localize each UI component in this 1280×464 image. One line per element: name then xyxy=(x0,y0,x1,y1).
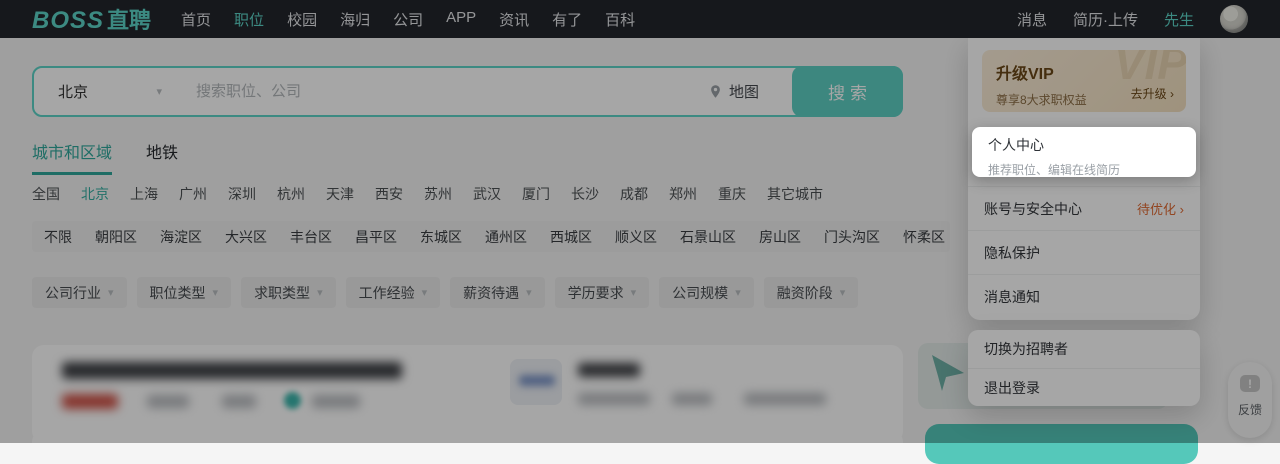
personal-center-subtitle: 推荐职位、编辑在线简历 xyxy=(988,161,1180,178)
personal-center-title: 个人中心 xyxy=(988,135,1180,155)
menu-item-personal-center[interactable]: 个人中心 推荐职位、编辑在线简历 xyxy=(972,127,1196,177)
dim-overlay[interactable] xyxy=(0,0,1280,443)
